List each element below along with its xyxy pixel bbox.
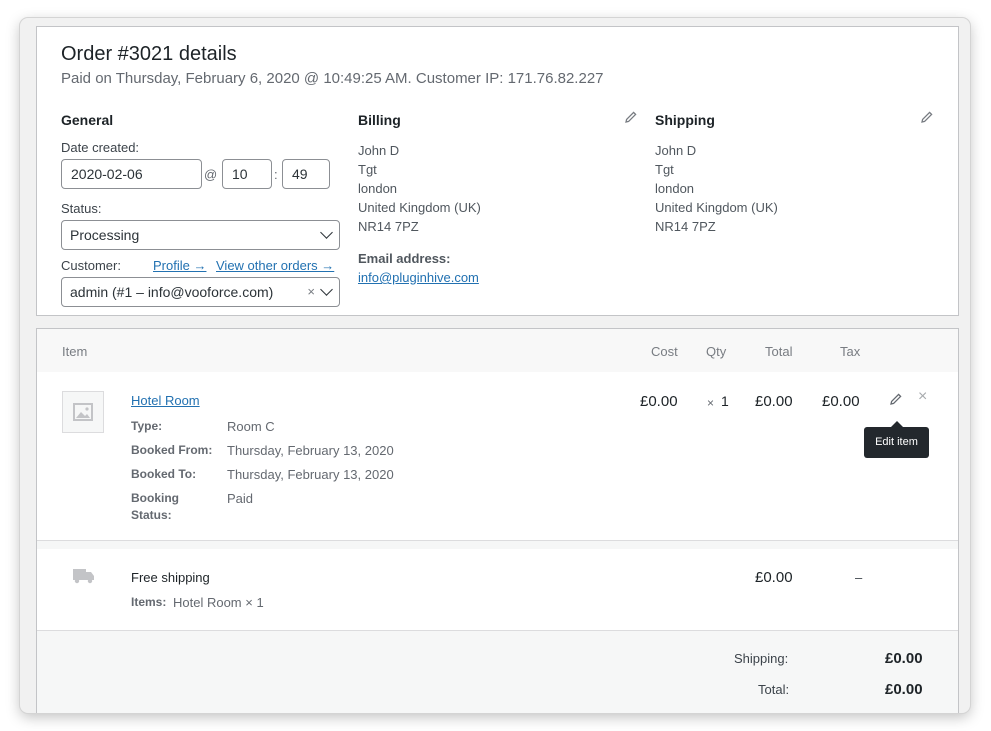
item-cost: £0.00: [640, 393, 678, 410]
tax-column-header: Tax: [840, 344, 861, 359]
window: Order #3021 details Paid on Thursday, Fe…: [20, 18, 970, 713]
shipping-line: NR14 7PZ: [655, 219, 716, 234]
chevron-down-icon: [320, 226, 333, 239]
profile-link[interactable]: Profile →: [153, 258, 206, 273]
cost-column-header: Cost: [651, 344, 678, 359]
minute-input[interactable]: 49: [282, 159, 330, 189]
order-items-panel: Item Cost Qty Total Tax Hotel Room Type:…: [36, 328, 959, 713]
shipping-items-value: Hotel Room × 1: [173, 595, 264, 610]
item-name-link[interactable]: Hotel Room: [131, 393, 200, 408]
meta-key: Booked From:: [131, 443, 213, 457]
edit-billing-pencil-icon[interactable]: [624, 110, 638, 124]
item-qty: 1: [721, 393, 729, 409]
items-table-header: Item Cost Qty Total Tax: [37, 329, 958, 372]
date-created-input[interactable]: 2020-02-06: [61, 159, 202, 189]
total-column-header: Total: [765, 344, 793, 359]
qty-multiplier: ×: [707, 396, 715, 410]
shipping-heading: Shipping: [655, 112, 715, 128]
item-tax: £0.00: [822, 393, 860, 410]
meta-key: Booked To:: [131, 467, 197, 481]
billing-line: John D: [358, 143, 400, 158]
shipping-items-label: Items:: [131, 595, 167, 609]
clear-customer-icon[interactable]: ×: [307, 278, 315, 306]
meta-value: Paid: [227, 491, 254, 506]
billing-heading: Billing: [358, 112, 401, 128]
customer-label: Customer:: [61, 258, 121, 273]
billing-line: london: [358, 181, 398, 196]
shipping-separator-band: [37, 541, 958, 549]
delete-item-icon[interactable]: ×: [918, 388, 927, 406]
meta-value: Room C: [227, 419, 275, 434]
shipping-total-value: £0.00: [885, 650, 923, 667]
meta-value: Thursday, February 13, 2020: [227, 443, 394, 458]
shipping-line: london: [655, 181, 695, 196]
shipping-method-name: Free shipping: [131, 570, 210, 585]
billing-line: Tgt: [358, 162, 377, 177]
order-details-panel: Order #3021 details Paid on Thursday, Fe…: [36, 26, 959, 316]
edit-shipping-pencil-icon[interactable]: [920, 110, 934, 124]
status-value: Processing: [70, 227, 140, 243]
billing-line: United Kingdom (UK): [358, 200, 481, 215]
general-heading: General: [61, 112, 114, 128]
time-separator: :: [274, 167, 278, 182]
hour-input[interactable]: 10: [222, 159, 272, 189]
shipping-line-tax: –: [855, 570, 863, 585]
qty-column-header: Qty: [706, 344, 727, 359]
date-created-label: Date created:: [61, 140, 140, 155]
image-placeholder-icon: [73, 403, 93, 421]
at-separator: @: [204, 167, 218, 182]
order-subtitle: Paid on Thursday, February 6, 2020 @ 10:…: [61, 70, 604, 87]
item-column-header: Item: [62, 344, 88, 359]
billing-line: NR14 7PZ: [358, 219, 419, 234]
edit-item-tooltip: Edit item: [864, 421, 929, 458]
item-total: £0.00: [755, 393, 793, 410]
status-select[interactable]: Processing: [61, 220, 340, 250]
edit-item-pencil-icon[interactable]: [889, 392, 903, 406]
meta-key: Status:: [131, 508, 172, 522]
customer-value: admin (#1 – info@vooforce.com): [70, 284, 274, 300]
view-other-orders-link[interactable]: View other orders →: [216, 258, 334, 273]
chevron-down-icon: [320, 283, 333, 296]
truck-icon: [73, 569, 94, 584]
status-label: Status:: [61, 201, 102, 216]
shipping-total-label: Shipping:: [734, 651, 789, 666]
meta-value: Thursday, February 13, 2020: [227, 467, 394, 482]
meta-key: Booking: [131, 491, 179, 505]
shipping-line: Tgt: [655, 162, 674, 177]
customer-select[interactable]: admin (#1 – info@vooforce.com) ×: [61, 277, 340, 307]
shipping-line: John D: [655, 143, 697, 158]
meta-key: Type:: [131, 419, 163, 433]
email-address-label: Email address:: [358, 251, 451, 266]
item-thumbnail: [62, 391, 104, 433]
billing-email-link[interactable]: info@pluginhive.com: [358, 270, 479, 285]
order-totals: Shipping: £0.00 Total: £0.00: [37, 631, 958, 713]
order-total-label: Total:: [758, 682, 790, 697]
order-total-value: £0.00: [885, 681, 923, 698]
shipping-line: United Kingdom (UK): [655, 200, 778, 215]
shipping-line-total: £0.00: [755, 569, 793, 586]
page-title: Order #3021 details: [61, 43, 237, 65]
